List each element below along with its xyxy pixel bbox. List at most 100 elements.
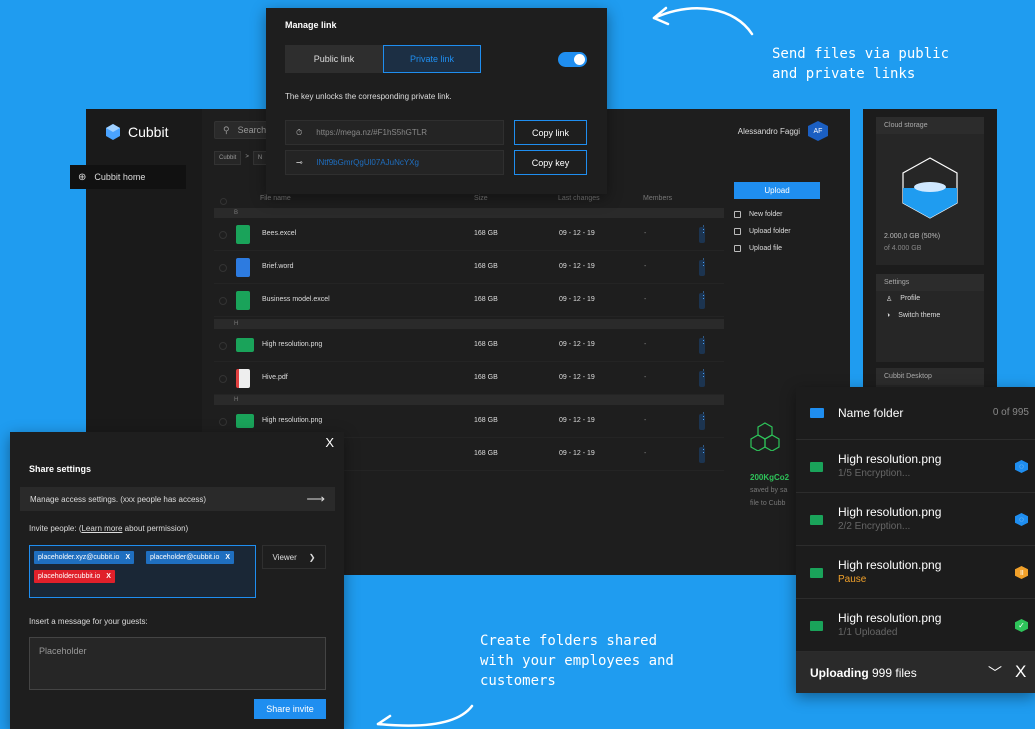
tab-private-link[interactable]: Private link — [383, 45, 481, 73]
table-row[interactable]: Hive.pdf 168 GB 09 - 12 - 19 - ⋮ — [214, 362, 724, 395]
theme-icon: ◑ — [886, 312, 891, 319]
row-checkbox[interactable] — [219, 264, 227, 272]
row-checkbox[interactable] — [219, 418, 227, 426]
new-folder-action[interactable]: New folder — [734, 211, 782, 218]
more-options-icon[interactable]: ⋮ — [699, 291, 708, 309]
permission-select[interactable]: Viewer ❯ — [262, 545, 326, 569]
folder-icon — [734, 211, 741, 218]
cubbit-logo[interactable]: Cubbit — [104, 123, 168, 141]
close-icon[interactable]: X — [325, 435, 334, 450]
column-checkbox[interactable] — [220, 198, 227, 205]
breadcrumb-item[interactable]: Cubbit — [214, 151, 242, 165]
upload-file-action[interactable]: Upload file — [734, 245, 782, 252]
encrypting-icon: ◌ — [1015, 513, 1028, 526]
message-textarea[interactable]: Placeholder — [29, 637, 326, 690]
link-field[interactable]: ⏱ https://mega.nz/#F1hS5hGTLR — [285, 120, 504, 145]
folder-upload-icon — [734, 228, 741, 235]
switch-theme-link[interactable]: ◑ Switch theme — [886, 312, 940, 319]
file-date: 09 - 12 - 19 — [559, 230, 595, 237]
email-tag: placeholder@cubbit.io X — [146, 551, 235, 564]
user-menu[interactable]: Alessandro Faggi AF — [738, 121, 828, 141]
share-invite-button[interactable]: Share invite — [254, 699, 326, 719]
co2-text: saved by sa — [750, 487, 788, 494]
upload-folder-action[interactable]: Upload folder — [734, 228, 791, 235]
image-icon — [236, 414, 254, 428]
logo-text: Cubbit — [128, 124, 169, 140]
chevron-right-icon: ❯ — [308, 552, 316, 562]
upload-button[interactable]: Upload — [734, 182, 820, 199]
manage-access-row[interactable]: Manage access settings. (xxx people has … — [20, 487, 335, 511]
user-icon: ♙ — [886, 296, 893, 303]
more-options-icon[interactable]: ⋮ — [699, 336, 708, 354]
link-description: The key unlocks the corresponding privat… — [285, 92, 452, 101]
profile-link[interactable]: ♙ Profile — [886, 295, 920, 303]
switch-theme-label: Switch theme — [898, 312, 941, 319]
co2-text: file to Cubb — [750, 500, 786, 507]
image-icon — [810, 515, 823, 525]
remove-tag-icon[interactable]: X — [125, 554, 130, 561]
table-row[interactable]: Business model.excel 168 GB 09 - 12 - 19… — [214, 284, 724, 317]
row-checkbox[interactable] — [219, 231, 227, 239]
table-row[interactable]: Brief.word 168 GB 09 - 12 - 19 - ⋮ — [214, 251, 724, 284]
folder-count: 0 of 995 — [992, 407, 1029, 418]
upload-file-name: High resolution.png — [838, 611, 942, 625]
upload-summary: Uploading 999 files — [810, 666, 917, 680]
file-size: 168 GB — [474, 450, 498, 457]
invite-tags-input[interactable]: placeholder.xyz@cubbit.io X placeholder@… — [29, 545, 256, 598]
arrow-bottom-decoration — [376, 704, 474, 727]
remove-tag-icon[interactable]: X — [225, 554, 230, 561]
caption-bottom: Create folders shared with your employee… — [480, 633, 674, 689]
more-options-icon[interactable]: ⋮ — [699, 225, 708, 243]
row-checkbox[interactable] — [219, 375, 227, 383]
file-date: 09 - 12 - 19 — [559, 341, 595, 348]
file-upload-icon — [734, 245, 741, 252]
upload-status: 1/5 Encryption... — [838, 468, 911, 479]
file-members: - — [644, 263, 647, 270]
more-options-icon[interactable]: ⋮ — [699, 412, 708, 430]
avatar: AF — [808, 121, 828, 141]
file-members: - — [644, 230, 647, 237]
more-options-icon[interactable]: ⋮ — [699, 445, 708, 463]
column-last-changes[interactable]: Last changes — [558, 195, 600, 202]
upload-status: 1/1 Uploaded — [838, 627, 898, 638]
file-members: - — [644, 341, 647, 348]
sidebar-item-cubbit-home[interactable]: ⊕ Cubbit home — [70, 165, 186, 189]
more-options-icon[interactable]: ⋮ — [699, 258, 708, 276]
upload-summary-count: 999 files — [868, 666, 917, 680]
hive-icon — [750, 422, 780, 451]
upload-panel: Name folder 0 of 995 High resolution.png… — [796, 387, 1035, 693]
key-field[interactable]: ⊸ lNtf9bGmrQgUl07AJuNcYXg — [285, 150, 504, 175]
folder-name: Name folder — [838, 406, 904, 420]
upload-item: High resolution.png Pause ॥ — [796, 546, 1035, 599]
tab-public-link[interactable]: Public link — [285, 45, 383, 73]
upload-folder-row: Name folder 0 of 995 — [796, 387, 1035, 440]
column-size[interactable]: Size — [474, 195, 488, 202]
invite-prefix: Invite people: ( — [29, 524, 82, 533]
pause-icon[interactable]: ॥ — [1015, 566, 1028, 579]
tag-text: placeholder@cubbit.io — [150, 554, 220, 561]
learn-more-link[interactable]: Learn more — [81, 524, 122, 533]
remove-tag-icon[interactable]: X — [106, 573, 111, 580]
upload-file-name: High resolution.png — [838, 558, 942, 572]
image-icon — [810, 462, 823, 472]
sidebar-item-label: Cubbit home — [94, 172, 146, 182]
file-members: - — [644, 296, 647, 303]
more-options-icon[interactable]: ⋮ — [699, 369, 708, 387]
table-row[interactable]: High resolution.png 168 GB 09 - 12 - 19 … — [214, 329, 724, 362]
file-date: 09 - 12 - 19 — [559, 296, 595, 303]
column-members[interactable]: Members — [643, 195, 672, 202]
key-icon: ⊸ — [296, 158, 303, 167]
globe-icon: ⊕ — [78, 171, 87, 183]
document-icon — [236, 258, 250, 277]
file-name: Brief.word — [262, 263, 294, 270]
close-icon[interactable]: X — [1015, 662, 1026, 682]
permission-value: Viewer — [272, 552, 297, 562]
row-checkbox[interactable] — [219, 342, 227, 350]
row-checkbox[interactable] — [219, 297, 227, 305]
table-row[interactable]: Bees.excel 168 GB 09 - 12 - 19 - ⋮ — [214, 218, 724, 251]
column-file-name[interactable]: File name — [260, 195, 291, 202]
copy-key-button[interactable]: Copy key — [514, 150, 587, 175]
link-enabled-toggle[interactable] — [558, 52, 587, 67]
copy-link-button[interactable]: Copy link — [514, 120, 587, 145]
chevron-down-icon[interactable]: ﹀ — [988, 663, 1002, 683]
